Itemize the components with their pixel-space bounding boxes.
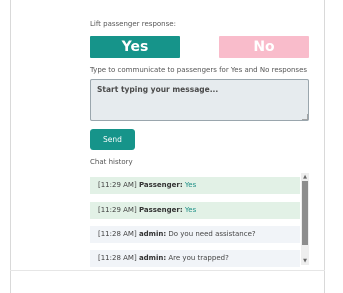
chat-history-label: Chat history (90, 158, 133, 166)
scroll-up-icon[interactable]: ▲ (301, 174, 309, 180)
scroll-down-icon[interactable]: ▼ (301, 258, 309, 264)
panel-right-border (324, 0, 325, 293)
send-button[interactable]: Send (90, 129, 135, 150)
chat-entry: [11:28 AM] admin: Are you trapped? (90, 250, 300, 267)
resize-grip-icon[interactable] (302, 114, 308, 120)
chat-time: [11:29 AM] (98, 206, 137, 214)
chat-entry: [11:29 AM] Passenger: Yes (90, 202, 300, 219)
chat-entry: [11:28 AM] admin: Do you need assistance… (90, 226, 300, 243)
chat-history-list: [11:29 AM] Passenger: Yes [11:29 AM] Pas… (90, 173, 300, 267)
chat-sender: Passenger: (138, 181, 183, 189)
chat-text: Do you need assistance? (168, 230, 256, 238)
chat-time: [11:29 AM] (98, 181, 137, 189)
message-input[interactable] (90, 79, 309, 121)
scroll-thumb[interactable] (302, 181, 308, 245)
yes-button[interactable]: Yes (90, 36, 180, 58)
panel-left-border (10, 0, 11, 293)
chat-time: [11:28 AM] (98, 254, 137, 262)
chat-entry: [11:29 AM] Passenger: Yes (90, 177, 300, 194)
chat-text: Are you trapped? (168, 254, 229, 262)
panel-bottom-border (10, 270, 325, 271)
chat-scrollbar[interactable]: ▲ ▼ (301, 173, 309, 265)
message-label: Type to communicate to passengers for Ye… (90, 66, 308, 74)
chat-time: [11:28 AM] (98, 230, 137, 238)
chat-sender: Passenger: (138, 206, 183, 214)
chat-text: Yes (184, 206, 197, 214)
chat-sender: admin: (138, 254, 167, 262)
no-button[interactable]: No (219, 36, 309, 58)
chat-text: Yes (184, 181, 197, 189)
chat-sender: admin: (138, 230, 167, 238)
response-label: Lift passenger response: (90, 20, 176, 28)
